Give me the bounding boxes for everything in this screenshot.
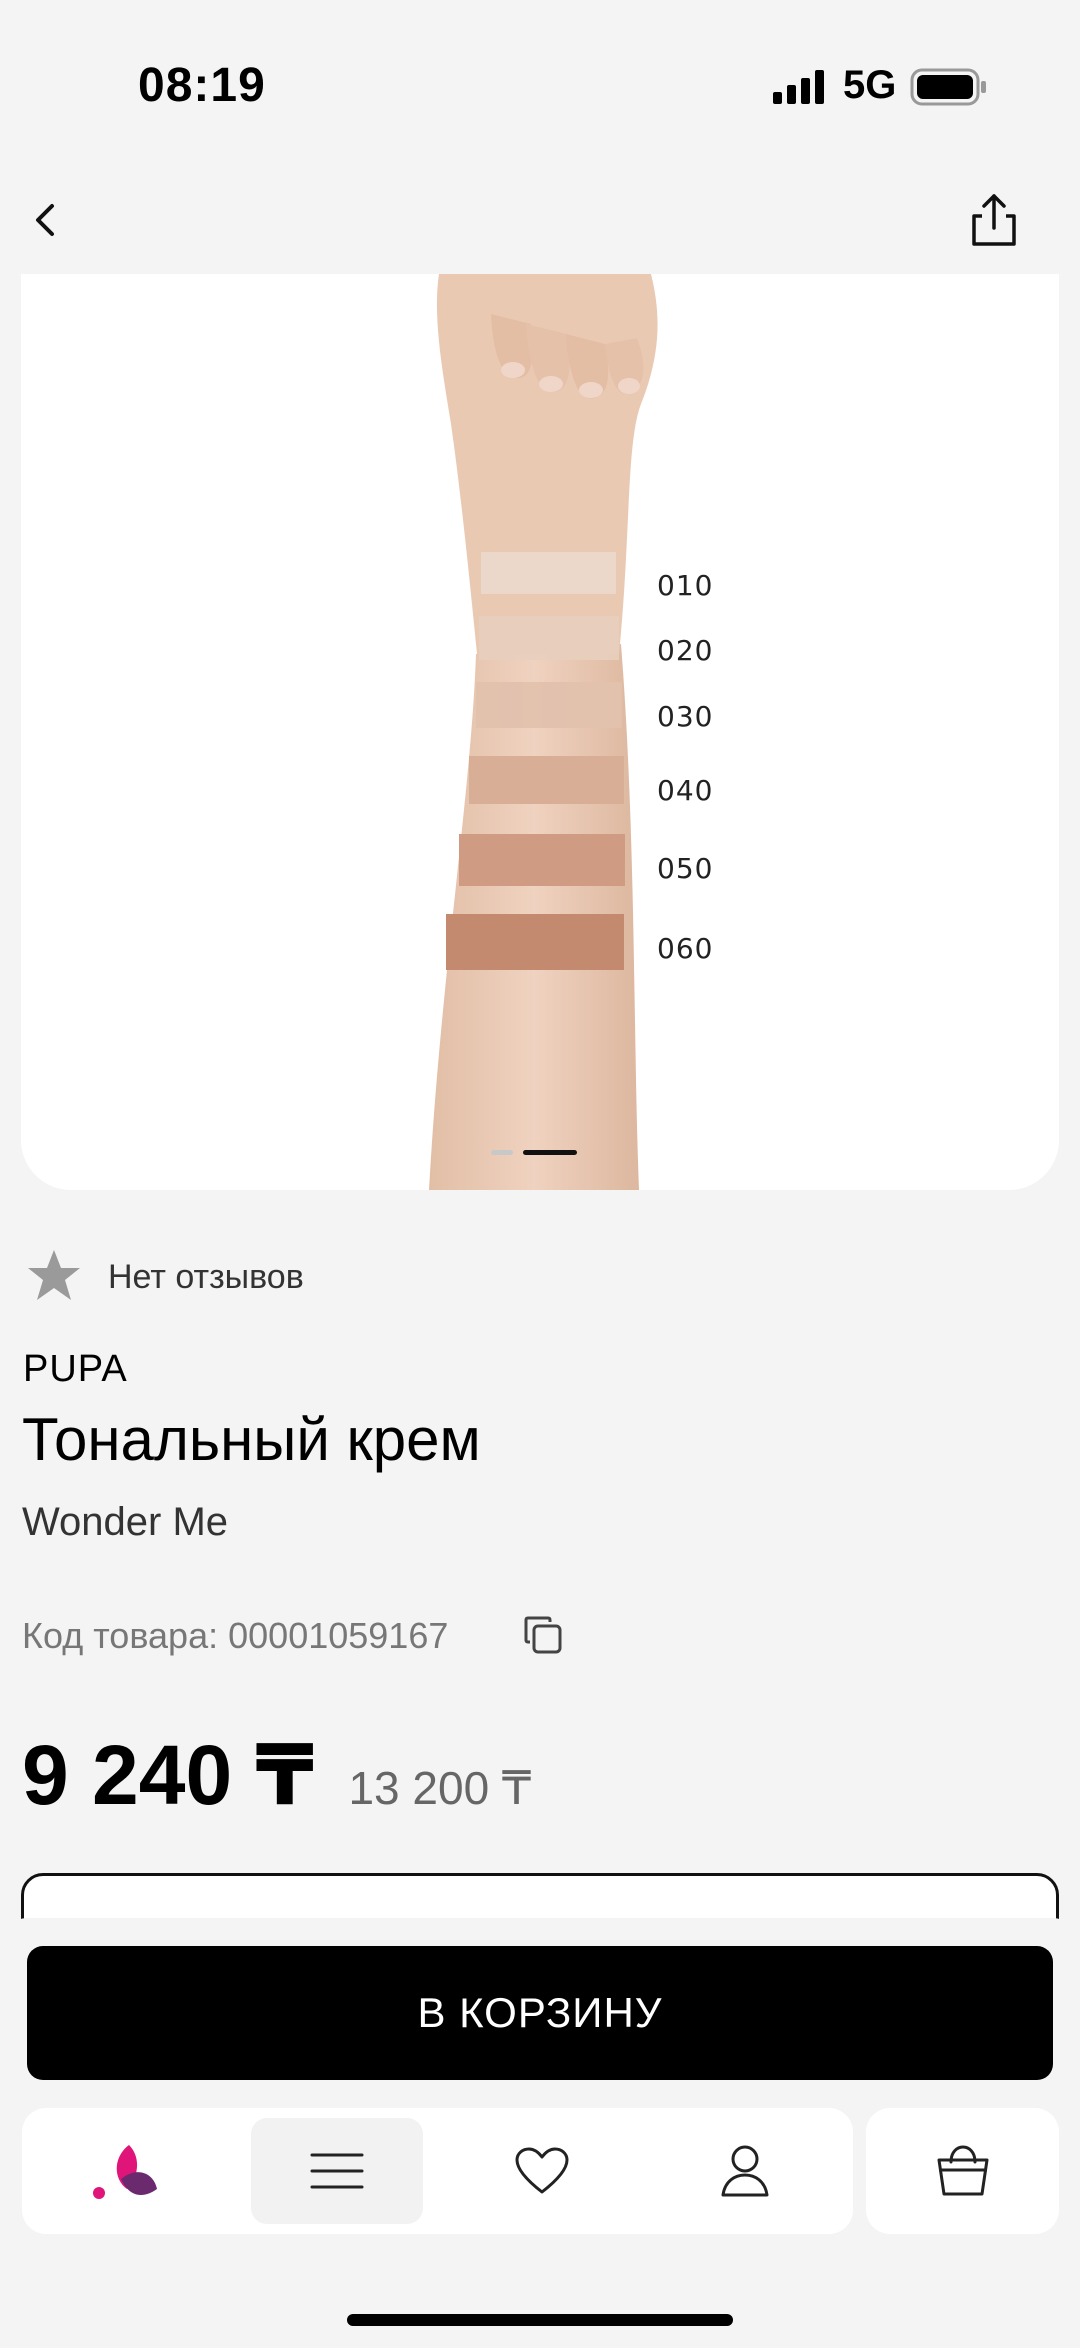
reviews-count-text: Нет отзывов (108, 1258, 304, 1296)
tab-bar (22, 2108, 853, 2234)
star-icon (28, 1250, 80, 1300)
current-price: 9 240 ₸ (22, 1728, 314, 1822)
tab-profile[interactable] (642, 2108, 847, 2234)
cart-icon (937, 2145, 988, 2196)
battery-icon (910, 68, 986, 106)
status-bar: 08:19 5G (0, 0, 1080, 170)
network-label: 5G (843, 63, 897, 107)
sku-row: Код товара: 00001059167 (22, 1615, 448, 1657)
add-to-cart-button[interactable]: В КОРЗИНУ (27, 1946, 1053, 2080)
page-indicator-2[interactable] (523, 1150, 577, 1155)
profile-icon (721, 2145, 768, 2197)
sku-value: 00001059167 (228, 1615, 449, 1656)
tab-catalog[interactable] (251, 2118, 423, 2224)
product-swatch-image (429, 274, 658, 1190)
product-brand[interactable]: PUPA (23, 1348, 128, 1391)
heart-icon (515, 2147, 569, 2194)
status-time: 08:19 (138, 59, 266, 112)
signal-icon (773, 70, 824, 104)
shade-label: 060 (657, 932, 714, 965)
share-icon[interactable] (968, 192, 1020, 248)
copy-icon[interactable] (522, 1614, 564, 1656)
shade-label: 040 (657, 774, 714, 807)
price-row: 9 240 ₸ 13 200 ₸ (22, 1726, 531, 1824)
logo-icon (92, 2145, 157, 2199)
tab-cart[interactable] (866, 2108, 1059, 2234)
tab-favorites[interactable] (442, 2108, 642, 2234)
tab-home[interactable] (22, 2108, 227, 2234)
home-indicator[interactable] (347, 2314, 733, 2326)
sku-label: Код товара: (22, 1615, 219, 1656)
shade-label: 020 (657, 634, 714, 667)
shade-label: 030 (657, 700, 714, 733)
shade-label: 010 (657, 569, 714, 602)
shade-label: 050 (657, 852, 714, 885)
old-price: 13 200 ₸ (348, 1762, 532, 1814)
product-subtitle: Wonder Me (22, 1500, 229, 1544)
menu-icon (310, 2153, 364, 2189)
product-title: Тональный крем (22, 1406, 481, 1473)
product-image-gallery[interactable]: 010 020 030 040 050 060 (21, 274, 1059, 1190)
back-icon[interactable] (26, 196, 66, 244)
page-indicator-1[interactable] (491, 1150, 513, 1155)
